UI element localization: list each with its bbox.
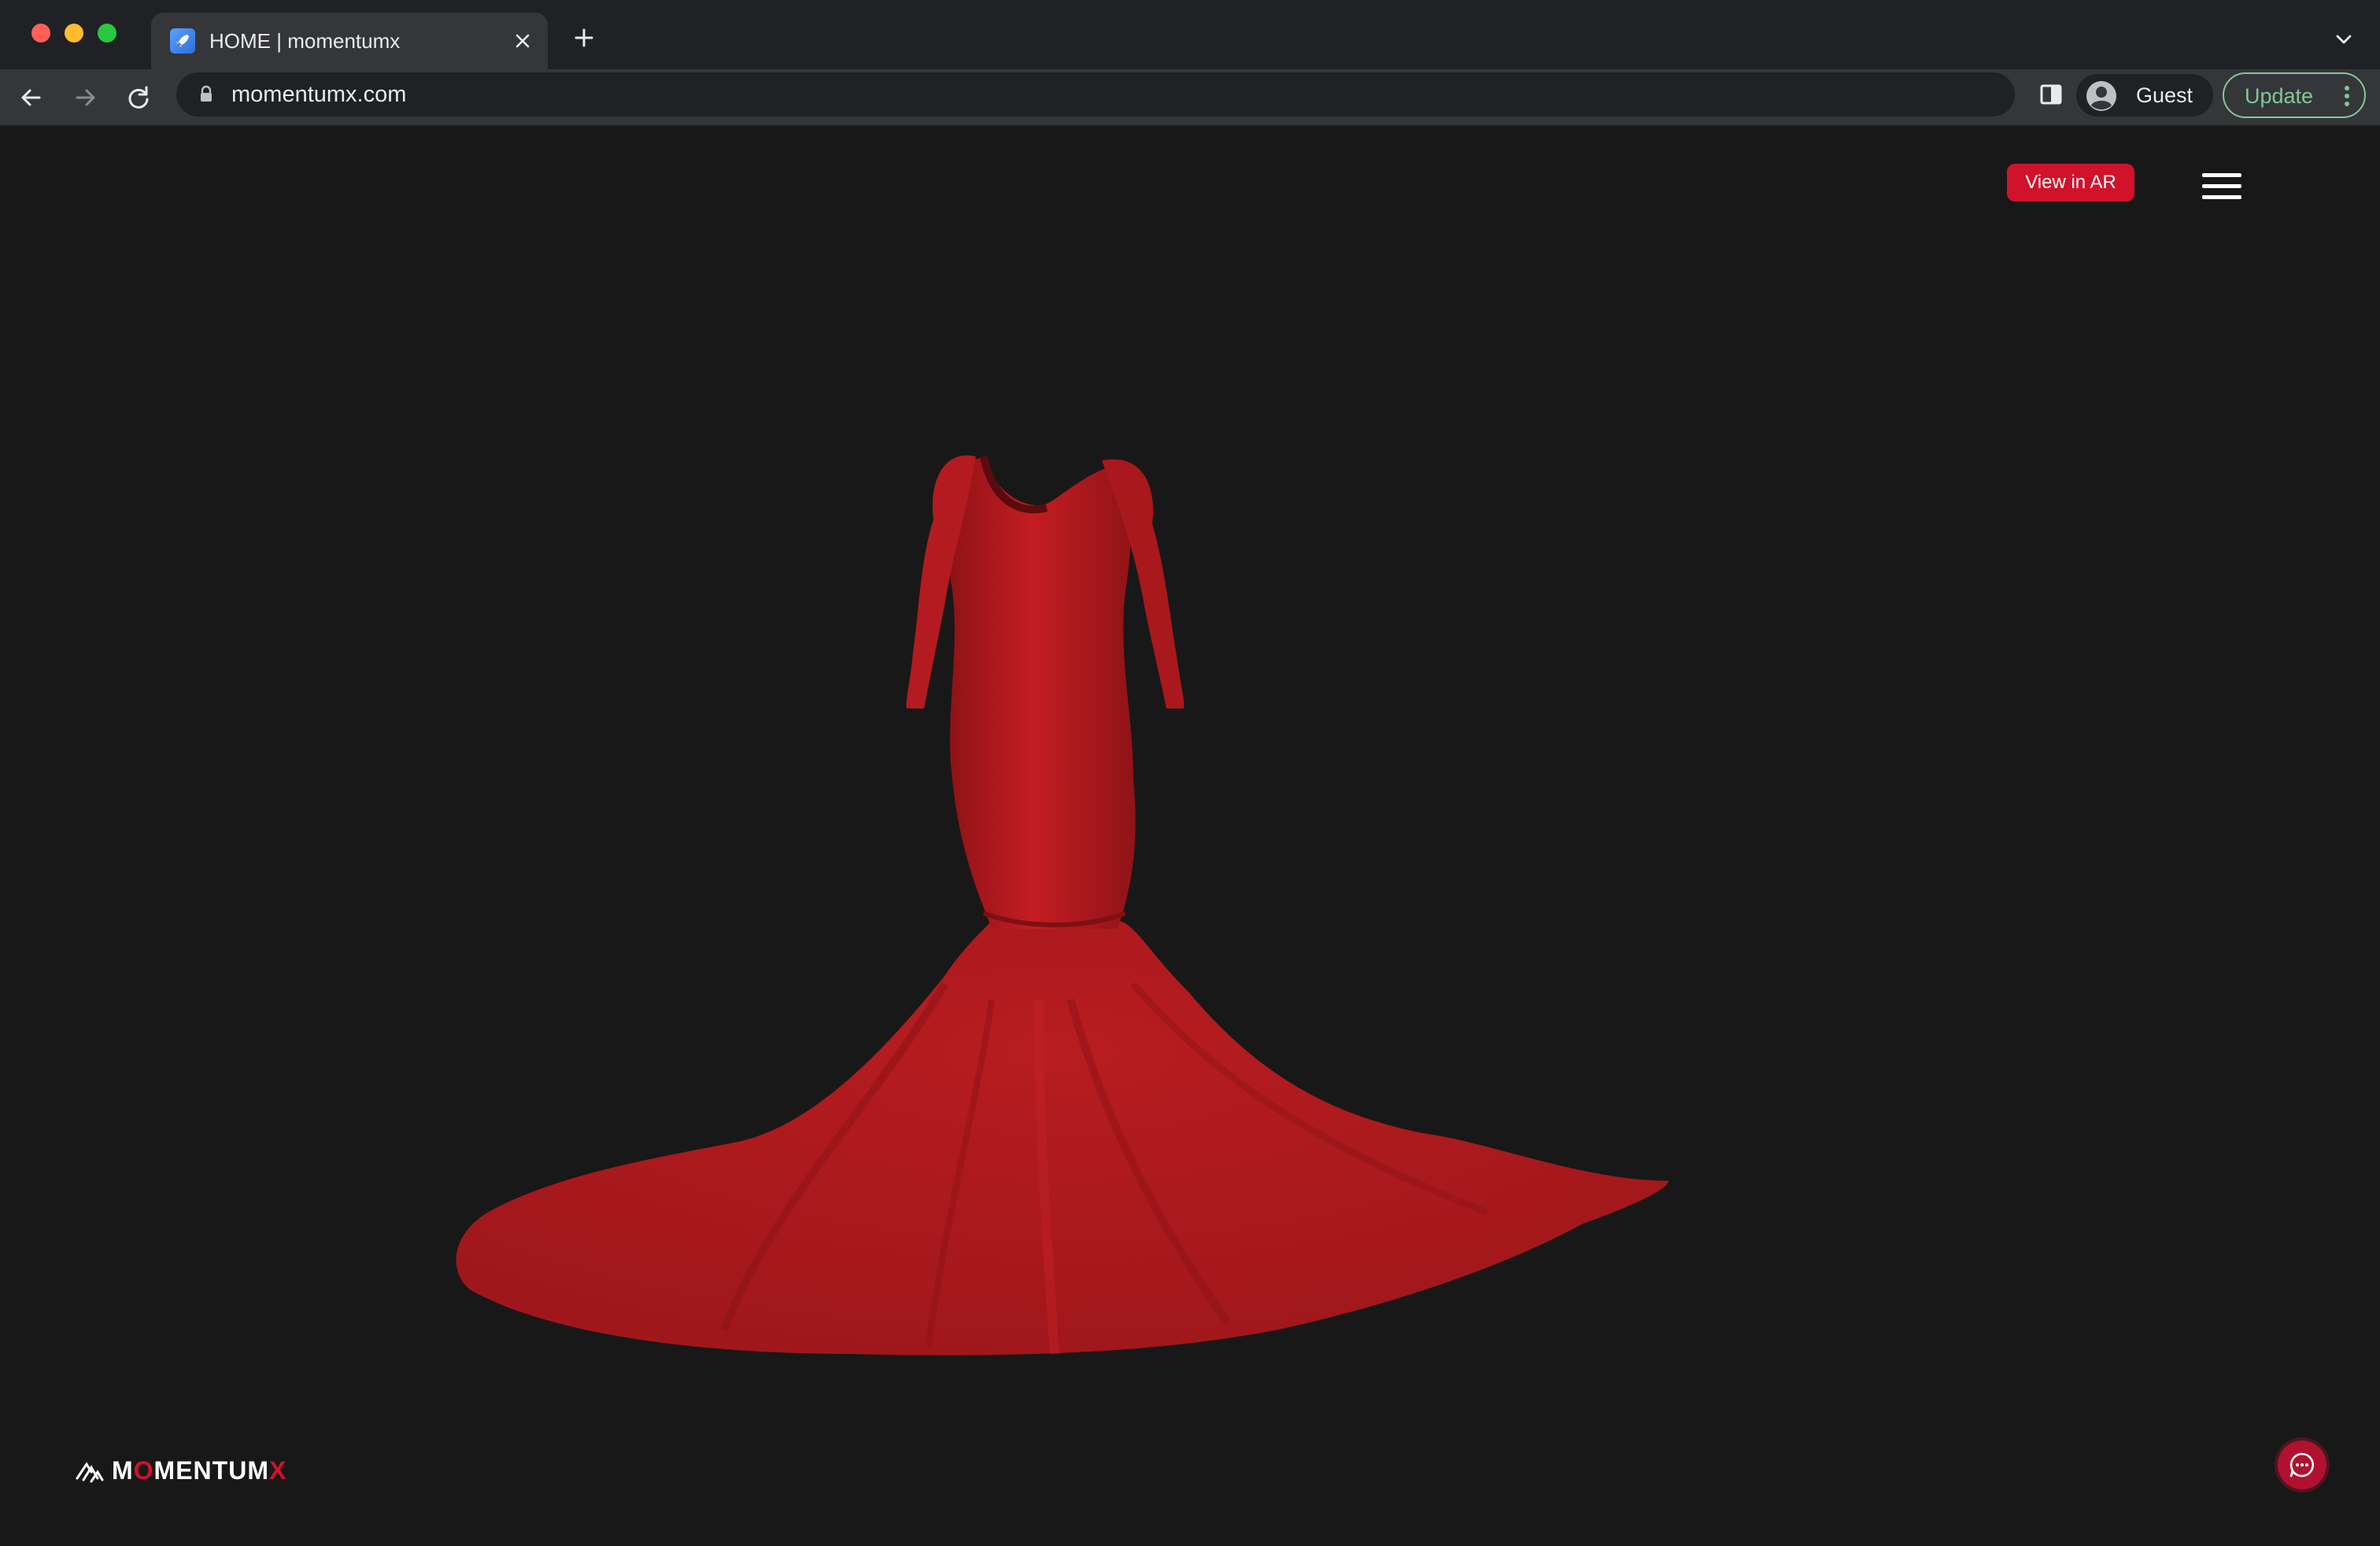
address-bar[interactable]: momentumx.com [176,72,2015,117]
rocket-favicon-icon [170,28,195,54]
close-window-button[interactable] [31,24,50,43]
close-tab-icon[interactable] [508,27,537,55]
hamburger-menu-icon[interactable] [2201,173,2245,208]
menu-line [2202,195,2241,199]
logo-mark-icon [76,1462,104,1483]
profile-button[interactable]: Guest [2076,74,2213,117]
view-in-ar-button[interactable]: View in AR [2007,164,2134,202]
tab-search-chevron-down-icon[interactable] [2330,25,2358,54]
profile-label: Guest [2136,83,2193,107]
logo-accent-letter: X [268,1456,287,1485]
update-label: Update [2245,84,2314,108]
red-gown-model [456,455,1669,1356]
new-tab-plus-icon[interactable] [570,24,598,52]
product-3d-viewer[interactable] [441,307,1700,1409]
arrow-left-icon[interactable] [14,80,49,115]
lock-icon[interactable] [198,85,214,108]
browser-window: HOME | momentumx momentumx.com Guest Upd… [0,0,2380,1546]
more-vertical-icon[interactable] [2342,83,2352,113]
page-content: View in AR MOMENTUMX [0,126,2380,1546]
maximize-window-button[interactable] [98,24,116,43]
logo-wordmark: MOMENTUMX [112,1455,286,1486]
update-button[interactable]: Update [2223,72,2366,118]
menu-line [2202,173,2241,177]
guest-avatar-icon [2086,80,2117,112]
side-panel-icon[interactable] [2037,80,2065,109]
chat-bubble-icon [2289,1452,2315,1478]
logo-accent-letter: O [133,1456,154,1485]
tab-title: HOME | momentumx [209,29,401,53]
url-text[interactable]: momentumx.com [231,80,406,109]
browser-tab-active[interactable]: HOME | momentumx [151,13,548,69]
menu-line [2202,184,2241,188]
arrow-right-icon[interactable] [68,80,102,115]
tab-strip: HOME | momentumx [0,0,2380,69]
logo-letters: MENTUM [153,1456,269,1485]
logo-letter: M [112,1456,134,1485]
reload-icon[interactable] [121,80,156,115]
chat-button[interactable] [2278,1441,2326,1489]
minimize-window-button[interactable] [65,24,83,43]
